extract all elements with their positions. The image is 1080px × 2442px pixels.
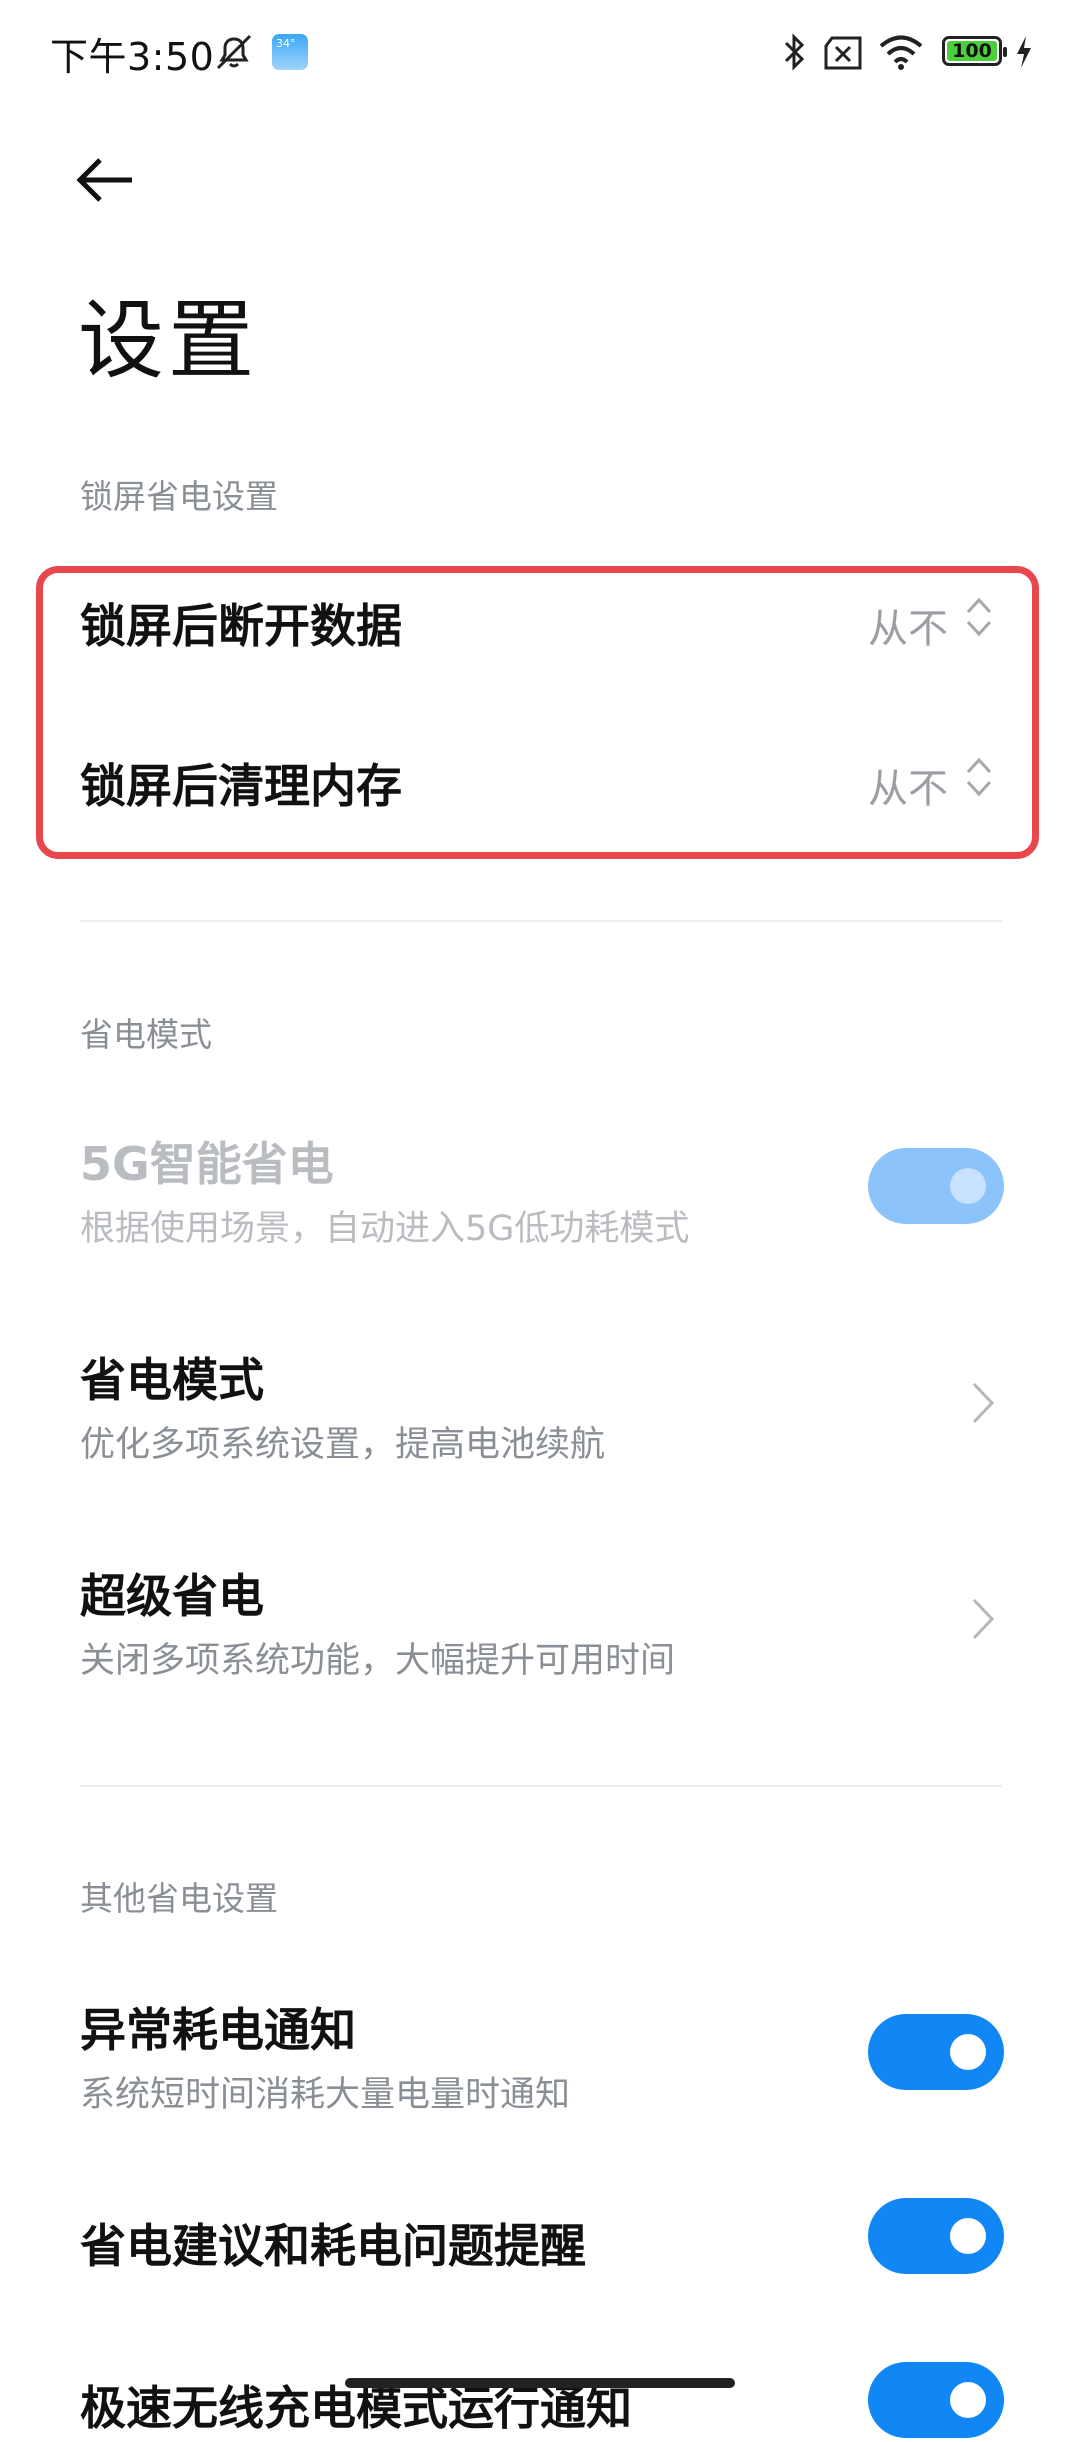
smart-5g-toggle [868, 1148, 1004, 1224]
weather-icon: 34° [272, 34, 308, 70]
lock-data-row[interactable]: 锁屏后断开数据 从不 [0, 580, 1080, 720]
section-title-saver: 省电模式 [80, 1015, 212, 1054]
chevron-right-icon [972, 1598, 995, 1640]
power-saving-row[interactable]: 省电模式 优化多项系统设置，提高电池续航 [0, 1336, 1080, 1476]
battery-icon: 100 [942, 36, 1007, 66]
section-title-lock: 锁屏省电设置 [80, 477, 278, 516]
power-saving-label: 省电模式 [80, 1353, 264, 1407]
page-title: 设置 [78, 291, 258, 391]
home-indicator[interactable] [345, 2378, 735, 2388]
suggestions-toggle[interactable] [868, 2198, 1004, 2274]
chevron-right-icon [972, 1382, 995, 1424]
weather-temp: 34° [276, 37, 296, 50]
up-down-icon [966, 757, 992, 797]
lock-data-label: 锁屏后断开数据 [80, 599, 402, 653]
smart-5g-row: 5G智能省电 根据使用场景，自动进入5G低功耗模式 [0, 1120, 1080, 1260]
lock-memory-label: 锁屏后清理内存 [80, 759, 402, 813]
abnormal-drain-desc: 系统短时间消耗大量电量时通知 [80, 2075, 571, 2115]
abnormal-drain-label: 异常耗电通知 [80, 2003, 356, 2057]
back-arrow-icon[interactable] [76, 150, 136, 210]
status-time: 下午3:50 [50, 35, 215, 79]
wireless-charge-row[interactable]: 极速无线充电模式运行通知 [0, 2362, 1080, 2442]
lock-memory-value: 从不 [868, 766, 948, 812]
sim-no-signal-icon [824, 36, 862, 70]
smart-5g-desc: 根据使用场景，自动进入5G低功耗模式 [80, 1209, 690, 1249]
section-title-other: 其他省电设置 [80, 1879, 278, 1918]
abnormal-drain-row[interactable]: 异常耗电通知 系统短时间消耗大量电量时通知 [0, 1986, 1080, 2126]
ultra-saving-desc: 关闭多项系统功能，大幅提升可用时间 [80, 1641, 676, 1681]
battery-level: 100 [952, 40, 992, 62]
ultra-saving-row[interactable]: 超级省电 关闭多项系统功能，大幅提升可用时间 [0, 1552, 1080, 1692]
lock-data-value: 从不 [868, 606, 948, 652]
ultra-saving-label: 超级省电 [80, 1569, 264, 1623]
lock-memory-row[interactable]: 锁屏后清理内存 从不 [0, 740, 1080, 880]
up-down-icon [966, 597, 992, 637]
status-bar: 下午3:50 34° 100 [0, 0, 1080, 100]
bluetooth-icon [784, 33, 805, 71]
power-saving-desc: 优化多项系统设置，提高电池续航 [80, 1425, 606, 1465]
suggestions-row[interactable]: 省电建议和耗电问题提醒 [0, 2198, 1080, 2308]
charging-icon [1017, 36, 1031, 68]
wireless-charge-toggle[interactable] [868, 2362, 1004, 2438]
divider [80, 1785, 1002, 1787]
suggestions-label: 省电建议和耗电问题提醒 [80, 2219, 586, 2273]
divider [80, 920, 1002, 922]
smart-5g-label: 5G智能省电 [80, 1137, 334, 1191]
abnormal-drain-toggle[interactable] [868, 2014, 1004, 2090]
wifi-icon [879, 35, 923, 70]
mute-icon [216, 34, 252, 70]
